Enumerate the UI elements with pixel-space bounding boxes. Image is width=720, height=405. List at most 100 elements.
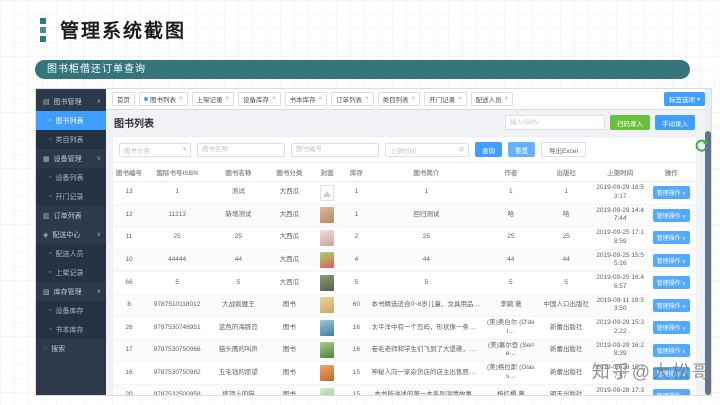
close-icon[interactable]: × (226, 96, 230, 102)
close-icon[interactable]: × (412, 96, 416, 102)
manual-entry-button[interactable]: 手动录入 (655, 115, 695, 130)
sidebar-item-label: 类目列表 (55, 136, 84, 144)
scan-entry-button[interactable]: 扫码录入 (610, 115, 650, 130)
cell-author: (美)奥台尔 (O'del… (483, 316, 539, 340)
manage-actions-button[interactable]: 管理操作 ∨ (652, 298, 690, 312)
sidebar-item-2[interactable]: ▫ 类目列表 (36, 130, 106, 149)
book-code-input[interactable] (296, 146, 374, 153)
scan-input[interactable] (505, 115, 605, 130)
cell-id: 12 (113, 204, 146, 228)
sidebar-item-5[interactable]: ▫ 开门记录 (36, 187, 106, 206)
manage-actions-button[interactable]: 管理操作 ∨ (652, 343, 690, 357)
cell-intro: 回归测试 (369, 204, 484, 228)
tab-1[interactable]: 图书列表 × (139, 92, 188, 106)
manage-actions-button[interactable]: 管理操作 ∨ (652, 389, 690, 395)
tab-2[interactable]: 上架记录 × (191, 92, 235, 106)
manage-actions-label: 管理操作 (656, 191, 681, 198)
store-icon: ▧ (43, 288, 50, 296)
tab-5[interactable]: 订单列表 × (331, 92, 374, 106)
reset-button[interactable]: 重置 (508, 142, 535, 157)
sidebar-item-3[interactable]: ▦ 设备管理 ∨ (36, 149, 106, 168)
close-icon[interactable]: × (179, 96, 183, 102)
cell-isbn: 44444 (145, 249, 210, 273)
close-icon[interactable]: × (365, 96, 369, 102)
cell-stock: 60 (343, 294, 370, 318)
cell-author: 5 (483, 271, 539, 295)
cell-publisher: 新蕾出版社 (538, 316, 594, 340)
close-icon[interactable]: × (458, 96, 462, 102)
cell-isbn: 5 (145, 271, 210, 295)
filter-row: 图书分类 ▾ 上架时间 ⊞ 查询 重置 导出Excel (113, 137, 696, 163)
tab-4[interactable]: 书本库存 × (284, 92, 328, 106)
tag-options-label: 标签选项 (668, 97, 695, 104)
manage-actions-button[interactable]: 管理操作 ∨ (652, 321, 690, 335)
list-card: 图书分类 ▾ 上架时间 ⊞ 查询 重置 导出Excel (112, 136, 697, 395)
tab-8[interactable]: 配送人员 × (470, 92, 514, 106)
sidebar-item-1[interactable]: ▫ 图书列表 (36, 111, 106, 130)
book-cover-image (320, 252, 335, 269)
cell-cover (311, 181, 344, 205)
book-cover-image (320, 297, 335, 314)
sidebar-item-label: 上架记录 (55, 269, 84, 277)
sidebar-item-9[interactable]: ▫ 上架记录 (36, 263, 106, 282)
book-name-input[interactable] (202, 146, 280, 153)
chevron-up-icon: ∧ (96, 99, 101, 105)
sidebar-item-11[interactable]: ▫ 设备库存 (36, 301, 106, 320)
cell-intro: 太平洋中有一个岛屿，形状像一条侧躺的海豚… (369, 316, 484, 340)
chevron-down-icon: ∨ (681, 394, 686, 395)
column-header-9: 上架时间 (593, 163, 647, 182)
category-select-placeholder: 图书分类 (124, 147, 150, 155)
cell-cover (311, 249, 344, 273)
section-banner: 图书柜借还订单查询 (35, 60, 690, 79)
book-name-field[interactable] (197, 142, 285, 157)
sidebar-item-4[interactable]: ▫ 设备列表 (36, 168, 106, 187)
sidebar-item-8[interactable]: ▫ 配送人员 (36, 244, 106, 263)
sidebar-item-0[interactable]: ▤ 图书管理 ∧ (36, 92, 106, 111)
cell-category: 大西瓜 (267, 271, 312, 295)
scrollbar-thumb[interactable] (705, 131, 711, 395)
close-icon[interactable]: × (505, 96, 509, 102)
sidebar-item-13[interactable]: ◌ 搜索 (36, 339, 106, 358)
table-row: 20 9787532500958 塔顶上的猫 图书 15 本书所讲述的第一本系列温情故事…… (113, 384, 696, 395)
manage-actions-button[interactable]: 管理操作 ∨ (652, 186, 690, 200)
table-row: 12 11213 新增测试 大西瓜 1 回归测试哈哈 2019-09-29 14:47:44… (113, 204, 696, 228)
sidebar-item-12[interactable]: ▫ 书本库存 (36, 320, 106, 339)
sidebar-item-6[interactable]: ▥ 订单列表 (36, 206, 106, 225)
cell-action: 管理操作 ∨ (646, 271, 696, 295)
column-header-6: 图书简介 (369, 163, 484, 182)
cell-action: 管理操作 ∨ (646, 384, 696, 395)
close-icon[interactable]: × (319, 96, 323, 102)
shelf-date-picker[interactable]: 上架时间 ⊞ (385, 142, 469, 157)
tab-bar: 首页 图书列表 × 上架记录 × 设备库存 × 书本库存 × 订单列表 × 类目列表 × 开门记录 × 配送人… (106, 89, 711, 110)
tag-options-button[interactable]: 标签选项 ▾ (663, 92, 705, 106)
manage-actions-button[interactable]: 管理操作 ∨ (652, 231, 690, 245)
cell-author: 李毓 著 (483, 294, 539, 318)
cell-cover (311, 226, 344, 250)
cell-isbn: 9787510118012 (145, 294, 210, 318)
cell-category: 大西瓜 (267, 226, 312, 250)
sidebar-item-7[interactable]: ◈ 配送中心 ∨ (36, 225, 106, 244)
export-excel-button[interactable]: 导出Excel (541, 142, 586, 157)
cell-stock: 15 (343, 361, 370, 385)
close-icon[interactable]: × (272, 96, 276, 102)
book-code-field[interactable] (291, 142, 379, 157)
table-header-row: 图书编号 国际书号ISBN 图书名称 图书分类 封面 库存 图书简介 作者 出版社 上架时间 操作 (113, 163, 696, 182)
search-button[interactable]: 查询 (475, 142, 502, 157)
tab-7[interactable]: 开门记录 × (424, 92, 467, 106)
category-select[interactable]: 图书分类 ▾ (119, 142, 191, 157)
sidebar-item-10[interactable]: ▧ 库存管理 ∨ (36, 282, 106, 301)
manage-actions-button[interactable]: 管理操作 ∨ (652, 253, 690, 267)
tab-3[interactable]: 设备库存 × (238, 92, 281, 106)
table-row: 10 44444 44 大西瓜 4 44 44 44 2019-09-25 15:55:16 管理… (113, 249, 696, 273)
manage-actions-label: 管理操作 (656, 213, 681, 220)
list-icon: ▫ (49, 117, 52, 124)
tab-6[interactable]: 类目列表 × (377, 92, 421, 106)
cell-name: 44 (209, 249, 268, 273)
manage-actions-label: 管理操作 (657, 394, 681, 395)
book-icon: ▤ (43, 98, 50, 106)
column-header-2: 图书名称 (209, 163, 268, 182)
manage-actions-button[interactable]: 管理操作 ∨ (652, 276, 690, 290)
sidebar-item-label: 图书列表 (55, 117, 84, 125)
manage-actions-button[interactable]: 管理操作 ∨ (652, 208, 690, 222)
tab-0[interactable]: 首页 (112, 92, 135, 106)
